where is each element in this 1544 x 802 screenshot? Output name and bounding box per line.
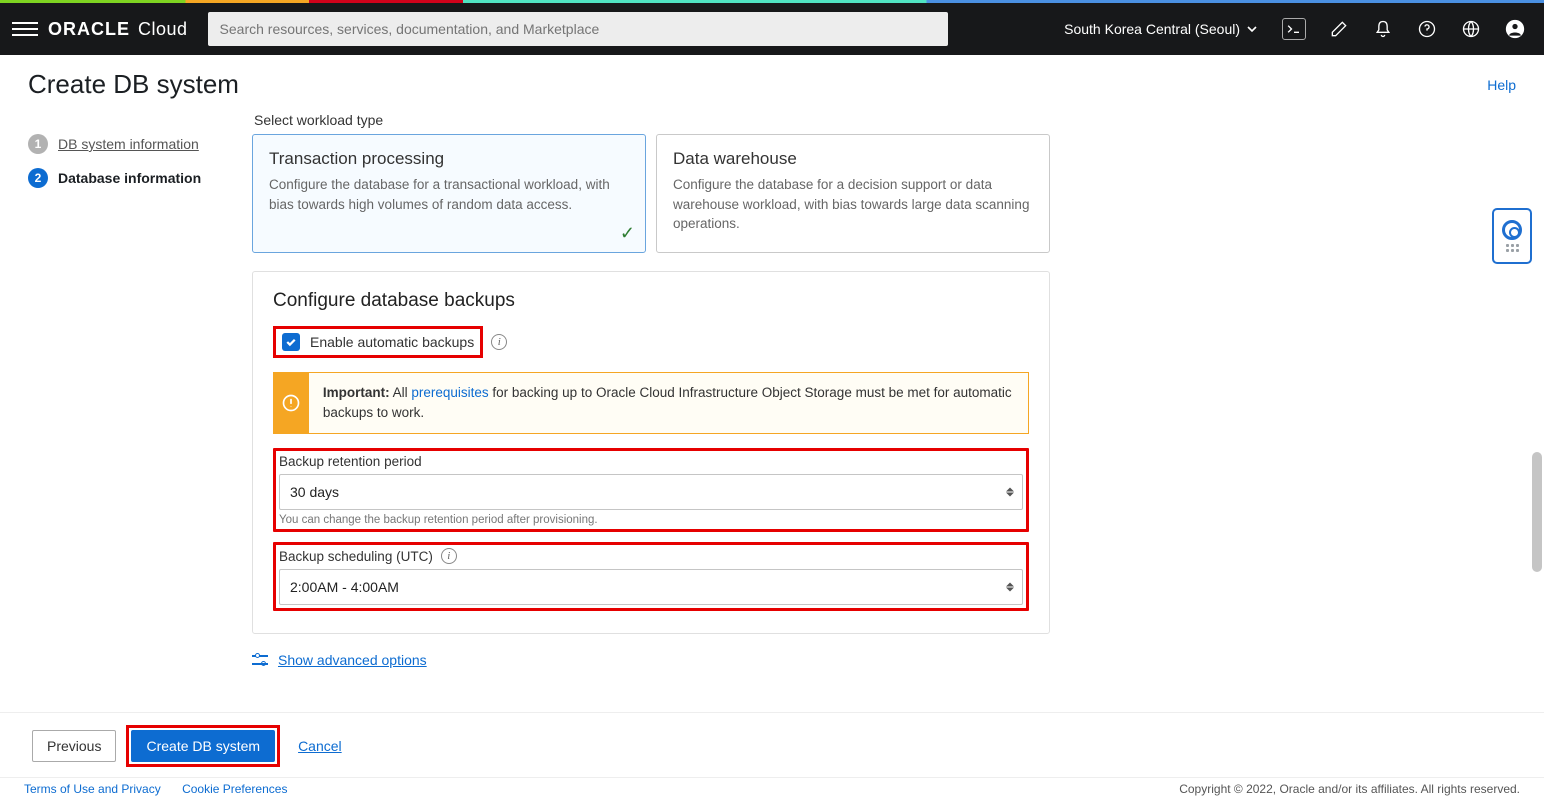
advanced-label: Show advanced options <box>278 652 427 668</box>
footer: Previous Create DB system Cancel Terms o… <box>0 712 1544 802</box>
alert-body: Important: All prerequisites for backing… <box>309 373 1028 434</box>
highlight-enable-backups: Enable automatic backups <box>273 326 483 358</box>
card-title: Data warehouse <box>673 149 1033 169</box>
schedule-label: Backup scheduling (UTC) i <box>279 548 1023 564</box>
terms-link[interactable]: Terms of Use and Privacy <box>24 782 161 796</box>
step-db-system-info[interactable]: 1 DB system information <box>28 134 242 154</box>
schedule-label-text: Backup scheduling (UTC) <box>279 549 433 564</box>
support-widget[interactable] <box>1492 208 1532 264</box>
highlight-schedule: Backup scheduling (UTC) i 2:00AM - 4:00A… <box>273 542 1029 611</box>
enable-backups-label: Enable automatic backups <box>310 334 474 350</box>
show-advanced-options-link[interactable]: Show advanced options <box>252 652 1482 668</box>
chevron-down-icon <box>1246 23 1258 35</box>
backups-panel: Configure database backups Enable automa… <box>252 271 1050 635</box>
help-icon[interactable] <box>1416 18 1438 40</box>
page-title: Create DB system <box>28 69 239 100</box>
card-desc: Configure the database for a transaction… <box>269 175 629 214</box>
grip-dots-icon <box>1506 244 1519 252</box>
enable-backups-checkbox[interactable] <box>282 333 300 351</box>
card-data-warehouse[interactable]: Data warehouse Configure the database fo… <box>656 134 1050 253</box>
step-number: 2 <box>28 168 48 188</box>
updown-icon <box>1006 583 1014 592</box>
alert-strong: Important: <box>323 385 390 400</box>
form-content: Select workload type Transaction process… <box>252 112 1544 738</box>
brand-text-oracle: ORACLE <box>48 19 130 40</box>
alert-text-pre: All <box>390 385 412 400</box>
profile-icon[interactable] <box>1504 18 1526 40</box>
search-input[interactable] <box>208 12 948 46</box>
create-db-system-button[interactable]: Create DB system <box>131 730 275 762</box>
bell-icon[interactable] <box>1372 18 1394 40</box>
card-desc: Configure the database for a decision su… <box>673 175 1033 234</box>
alert-warning-icon <box>274 373 309 434</box>
action-bar: Previous Create DB system Cancel <box>0 712 1544 777</box>
region-label: South Korea Central (Seoul) <box>1064 21 1240 37</box>
wizard-steps: 1 DB system information 2 Database infor… <box>0 112 252 738</box>
brand-text-cloud: Cloud <box>138 19 188 40</box>
help-link[interactable]: Help <box>1487 77 1516 93</box>
region-selector[interactable]: South Korea Central (Seoul) <box>1064 21 1258 37</box>
lifebuoy-icon <box>1502 220 1522 240</box>
prerequisites-link[interactable]: prerequisites <box>411 385 488 400</box>
edit-icon[interactable] <box>1328 18 1350 40</box>
highlight-create-button: Create DB system <box>126 725 280 767</box>
global-header: ORACLE Cloud South Korea Central (Seoul) <box>0 3 1544 55</box>
schedule-select[interactable]: 2:00AM - 4:00AM <box>279 569 1023 605</box>
info-icon[interactable]: i <box>441 548 457 564</box>
backup-prereq-alert: Important: All prerequisites for backing… <box>273 372 1029 435</box>
search-container <box>208 12 948 46</box>
backups-heading: Configure database backups <box>273 290 1029 312</box>
step-label: DB system information <box>58 136 199 152</box>
cloud-shell-icon[interactable] <box>1282 18 1306 40</box>
workload-cards: Transaction processing Configure the dat… <box>252 134 1482 253</box>
schedule-field: Backup scheduling (UTC) i 2:00AM - 4:00A… <box>279 548 1023 605</box>
title-bar: Create DB system Help <box>0 55 1544 112</box>
copyright-text: Copyright © 2022, Oracle and/or its affi… <box>1179 782 1520 796</box>
card-title: Transaction processing <box>269 149 629 169</box>
cancel-link[interactable]: Cancel <box>298 738 342 754</box>
step-database-info: 2 Database information <box>28 168 242 188</box>
previous-button[interactable]: Previous <box>32 730 116 762</box>
retention-select[interactable]: 30 days <box>279 474 1023 510</box>
scrollbar-thumb[interactable] <box>1532 452 1542 572</box>
brand-logo[interactable]: ORACLE Cloud <box>48 19 188 40</box>
updown-icon <box>1006 488 1014 497</box>
retention-value: 30 days <box>290 484 339 500</box>
step-number: 1 <box>28 134 48 154</box>
cookies-link[interactable]: Cookie Preferences <box>182 782 287 796</box>
schedule-value: 2:00AM - 4:00AM <box>290 579 399 595</box>
step-label: Database information <box>58 170 201 186</box>
retention-field: Backup retention period 30 days You can … <box>279 454 1023 526</box>
card-transaction-processing[interactable]: Transaction processing Configure the dat… <box>252 134 646 253</box>
globe-icon[interactable] <box>1460 18 1482 40</box>
retention-help: You can change the backup retention peri… <box>279 514 1023 526</box>
highlight-retention: Backup retention period 30 days You can … <box>273 448 1029 532</box>
workload-section-label: Select workload type <box>254 112 1482 128</box>
menu-icon[interactable] <box>12 16 38 42</box>
main-area: 1 DB system information 2 Database infor… <box>0 112 1544 738</box>
info-icon[interactable]: i <box>491 334 507 350</box>
retention-label: Backup retention period <box>279 454 1023 469</box>
sliders-icon <box>252 653 268 667</box>
legal-bar: Terms of Use and Privacy Cookie Preferen… <box>0 777 1544 802</box>
